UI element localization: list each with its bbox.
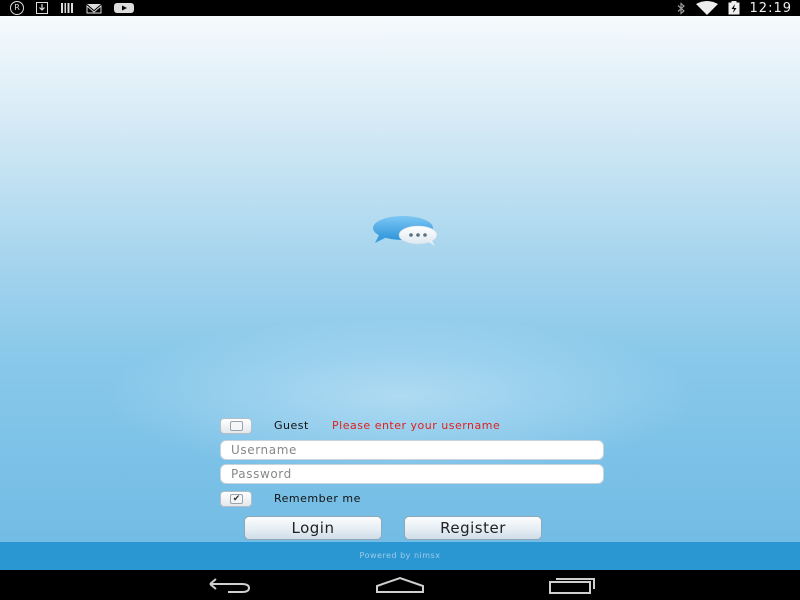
chat-bubbles-logo-icon <box>373 216 438 246</box>
password-input[interactable] <box>220 464 604 484</box>
status-time: 12:19 <box>749 0 792 16</box>
powered-by-text: Powered by nimsx <box>359 551 441 560</box>
barcode-icon <box>61 3 73 13</box>
download-icon <box>36 2 48 14</box>
status-bar: R 12:19 <box>0 0 800 16</box>
navigation-bar <box>0 570 800 600</box>
registered-icon: R <box>10 1 24 15</box>
guest-label: Guest <box>274 419 309 432</box>
username-input[interactable] <box>220 440 604 460</box>
guest-checkbox-box <box>230 421 243 431</box>
checkmark-icon: ✔ <box>230 494 243 504</box>
mail-icon <box>86 4 102 14</box>
system-icons: 12:19 <box>676 0 792 16</box>
wifi-icon <box>695 1 718 15</box>
register-button[interactable]: Register <box>404 516 542 540</box>
footer-bar: Powered by nimsx <box>0 542 800 570</box>
home-icon[interactable] <box>375 575 425 595</box>
remember-me-label: Remember me <box>274 492 361 505</box>
bluetooth-icon <box>677 1 685 15</box>
guest-checkbox[interactable] <box>220 418 252 434</box>
username-error-message: Please enter your username <box>332 419 501 432</box>
youtube-icon <box>114 3 134 13</box>
recent-apps-icon[interactable] <box>548 575 598 595</box>
remember-me-checkbox[interactable]: ✔ <box>220 491 252 507</box>
battery-icon <box>728 1 740 15</box>
login-button[interactable]: Login <box>244 516 382 540</box>
login-screen <box>0 16 800 570</box>
notification-icons: R <box>10 1 134 15</box>
back-icon[interactable] <box>204 575 254 595</box>
